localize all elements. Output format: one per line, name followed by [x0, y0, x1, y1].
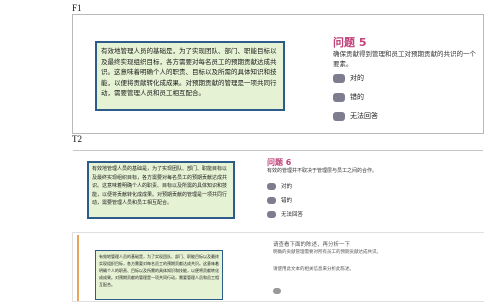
radio-icon[interactable] — [267, 210, 276, 218]
info-box-3: 有效地管理人员的基础是，为了实现团队、部门、职能目标以及最终实现组织目标，各方需… — [95, 250, 223, 300]
divider — [73, 150, 483, 151]
answer-label: 无法回答 — [281, 212, 304, 218]
question-instruction-3: 请使用此文本的相关信息来分析此陈述。 — [273, 267, 354, 272]
frame-1-panel: 有效地管理人员的基础是，为了实现团队、部门、职能目标以及最终实现组织目标，各方需… — [72, 14, 484, 134]
question-title-3: 请查看下面的陈述，再分析一下 — [273, 242, 351, 248]
frame-3-panel: 有效地管理人员的基础是，为了实现团队、部门、职能目标以及最终实现组织目标，各方需… — [72, 232, 484, 302]
frame-3-edge — [77, 235, 79, 301]
answer-label: 无法回答 — [350, 112, 378, 120]
question-text-2: 有效的管理并不取决于管理层与员工之间的合作。 — [267, 168, 378, 174]
frame-2-panel: 有效地管理人员的基础是，为了实现团队、部门、职能目标以及最终实现组织目标，各方需… — [72, 145, 484, 232]
radio-icon[interactable] — [333, 92, 345, 102]
answer-option-cannot-say-1[interactable]: 无法回答 — [333, 111, 378, 121]
question-title-1: 问题 5 — [333, 36, 367, 49]
radio-icon[interactable] — [333, 111, 345, 121]
answer-option-true-2[interactable]: 对的 — [267, 182, 292, 190]
radio-icon[interactable] — [267, 182, 276, 190]
info-box-1: 有效地管理人员的基础是，为了实现团队、部门、职能目标以及最终实现组织目标，各方需… — [95, 41, 285, 111]
answer-label: 错的 — [281, 198, 293, 204]
answer-option-cannot-say-2[interactable]: 无法回答 — [267, 210, 303, 218]
info-box-2: 有效地管理人员的基础是，为了实现团队、部门、职能目标以及最终实现组织目标，各方需… — [87, 161, 235, 219]
answer-option-true-1[interactable]: 对的 — [333, 73, 364, 83]
frame-label-t2: T2 — [72, 134, 82, 144]
radio-icon[interactable] — [333, 73, 345, 83]
question-text-1: 确保贡献得到管理和员工对预期贡献的共识的一个要素。 — [333, 50, 476, 68]
question-text-3: 明确的贡献管理需要对所有员工的预期贡献达成共识。 — [273, 250, 381, 255]
answer-option-false-2[interactable]: 错的 — [267, 196, 292, 204]
answer-option-3[interactable] — [273, 288, 281, 294]
radio-icon[interactable] — [267, 196, 276, 204]
answer-option-false-1[interactable]: 错的 — [333, 92, 364, 102]
radio-icon[interactable] — [273, 288, 281, 294]
answer-label: 对的 — [281, 184, 293, 190]
answer-label: 对的 — [350, 74, 364, 82]
question-title-2: 问题 6 — [267, 158, 292, 167]
answer-label: 错的 — [350, 93, 364, 101]
frame-label-f1: F1 — [72, 3, 82, 13]
